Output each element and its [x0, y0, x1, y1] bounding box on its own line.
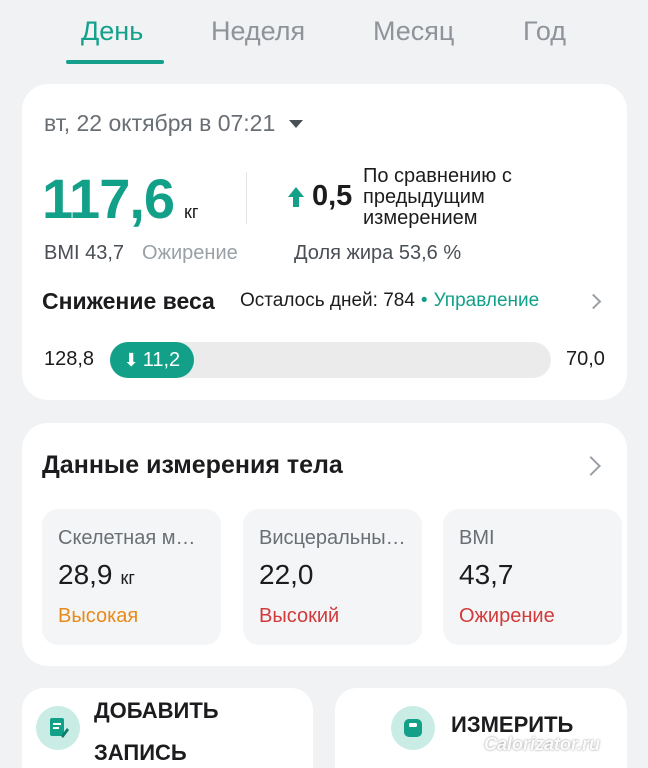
- metric-status: Высокий: [259, 605, 340, 627]
- metric-number: 43,7: [459, 559, 514, 590]
- tab-month[interactable]: Месяц: [373, 16, 454, 47]
- bmi-summary: BMI 43,7 Ожирение: [44, 242, 238, 265]
- metric-status: Высокая: [58, 605, 139, 627]
- note-icon: [36, 706, 80, 750]
- period-tabs: День Неделя Месяц Год: [0, 0, 648, 70]
- goal-progress-label: 11,2: [142, 348, 181, 371]
- separator-dot: •: [420, 290, 428, 311]
- arrow-up-icon: [288, 186, 304, 207]
- metric-unit: кг: [120, 568, 135, 588]
- goal-progress-track: ⬇ 11,2: [110, 342, 551, 378]
- bmi-value: BMI 43,7: [44, 242, 125, 264]
- tab-year[interactable]: Год: [523, 16, 566, 47]
- metric-value: 28,9 кг: [58, 559, 135, 591]
- goal-meta: Осталось дней: 784 • Управление: [240, 290, 539, 312]
- chevron-right-icon[interactable]: [585, 293, 602, 310]
- days-left: Осталось дней: 784: [240, 290, 415, 311]
- date-selector[interactable]: вт, 22 октября в 07:21: [44, 110, 304, 137]
- metric-visceral-fat[interactable]: Висцеральный жир 22,0 Высокий: [243, 509, 422, 645]
- metric-label: Висцеральный жир: [259, 527, 409, 549]
- weight-unit: кг: [184, 202, 199, 222]
- measurement-date: вт, 22 октября в 07:21: [44, 110, 276, 136]
- weight-summary-card: вт, 22 октября в 07:21 117,6 кг 0,5 По с…: [22, 84, 627, 400]
- active-tab-indicator: [66, 60, 164, 64]
- add-record-label: ДОБАВИТЬ ЗАПИСЬ: [94, 698, 219, 765]
- body-measurements-card: Данные измерения тела Скелетная мышечная…: [22, 423, 627, 666]
- metric-status: Ожирение: [459, 605, 555, 627]
- current-weight: 117,6 кг: [42, 166, 199, 231]
- body-measurements-title: Данные измерения тела: [42, 451, 343, 479]
- tab-week[interactable]: Неделя: [211, 16, 305, 47]
- metric-value: 43,7: [459, 559, 514, 591]
- metric-number: 28,9: [58, 559, 113, 590]
- divider: [246, 172, 247, 224]
- metric-label: BMI: [459, 527, 495, 549]
- bmi-status: Ожирение: [142, 242, 238, 264]
- body-fat: Доля жира 53,6 %: [294, 242, 462, 264]
- goal-progress-fill: ⬇ 11,2: [110, 342, 194, 378]
- metric-skeletal-muscle[interactable]: Скелетная мышечная масса 28,9 кг Высокая: [42, 509, 221, 645]
- metric-number: 22,0: [259, 559, 314, 590]
- tab-day[interactable]: День: [81, 16, 143, 47]
- caret-down-icon: [289, 119, 304, 128]
- arrow-down-icon: ⬇: [123, 349, 139, 370]
- watermark: Calorizator.ru: [484, 734, 601, 754]
- weight-delta: 0,5: [286, 180, 352, 213]
- delta-note: По сравнению с предыдущим измерением: [363, 165, 512, 229]
- metric-bmi[interactable]: BMI 43,7 Ожирение: [443, 509, 622, 645]
- goal-target-weight: 70,0: [566, 348, 605, 370]
- metric-label: Скелетная мышечная масса: [58, 527, 208, 549]
- scale-icon: [391, 706, 435, 750]
- chevron-right-icon[interactable]: [581, 456, 601, 476]
- delta-value: 0,5: [312, 180, 353, 212]
- manage-goal-link[interactable]: Управление: [434, 290, 540, 312]
- weight-value: 117,6: [42, 167, 175, 230]
- goal-title: Снижение веса: [42, 288, 215, 314]
- metric-value: 22,0: [259, 559, 314, 591]
- measure-button[interactable]: ИЗМЕРИТЬ: [335, 688, 627, 768]
- goal-start-weight: 128,8: [44, 348, 95, 370]
- add-record-button[interactable]: ДОБАВИТЬ ЗАПИСЬ: [22, 688, 313, 768]
